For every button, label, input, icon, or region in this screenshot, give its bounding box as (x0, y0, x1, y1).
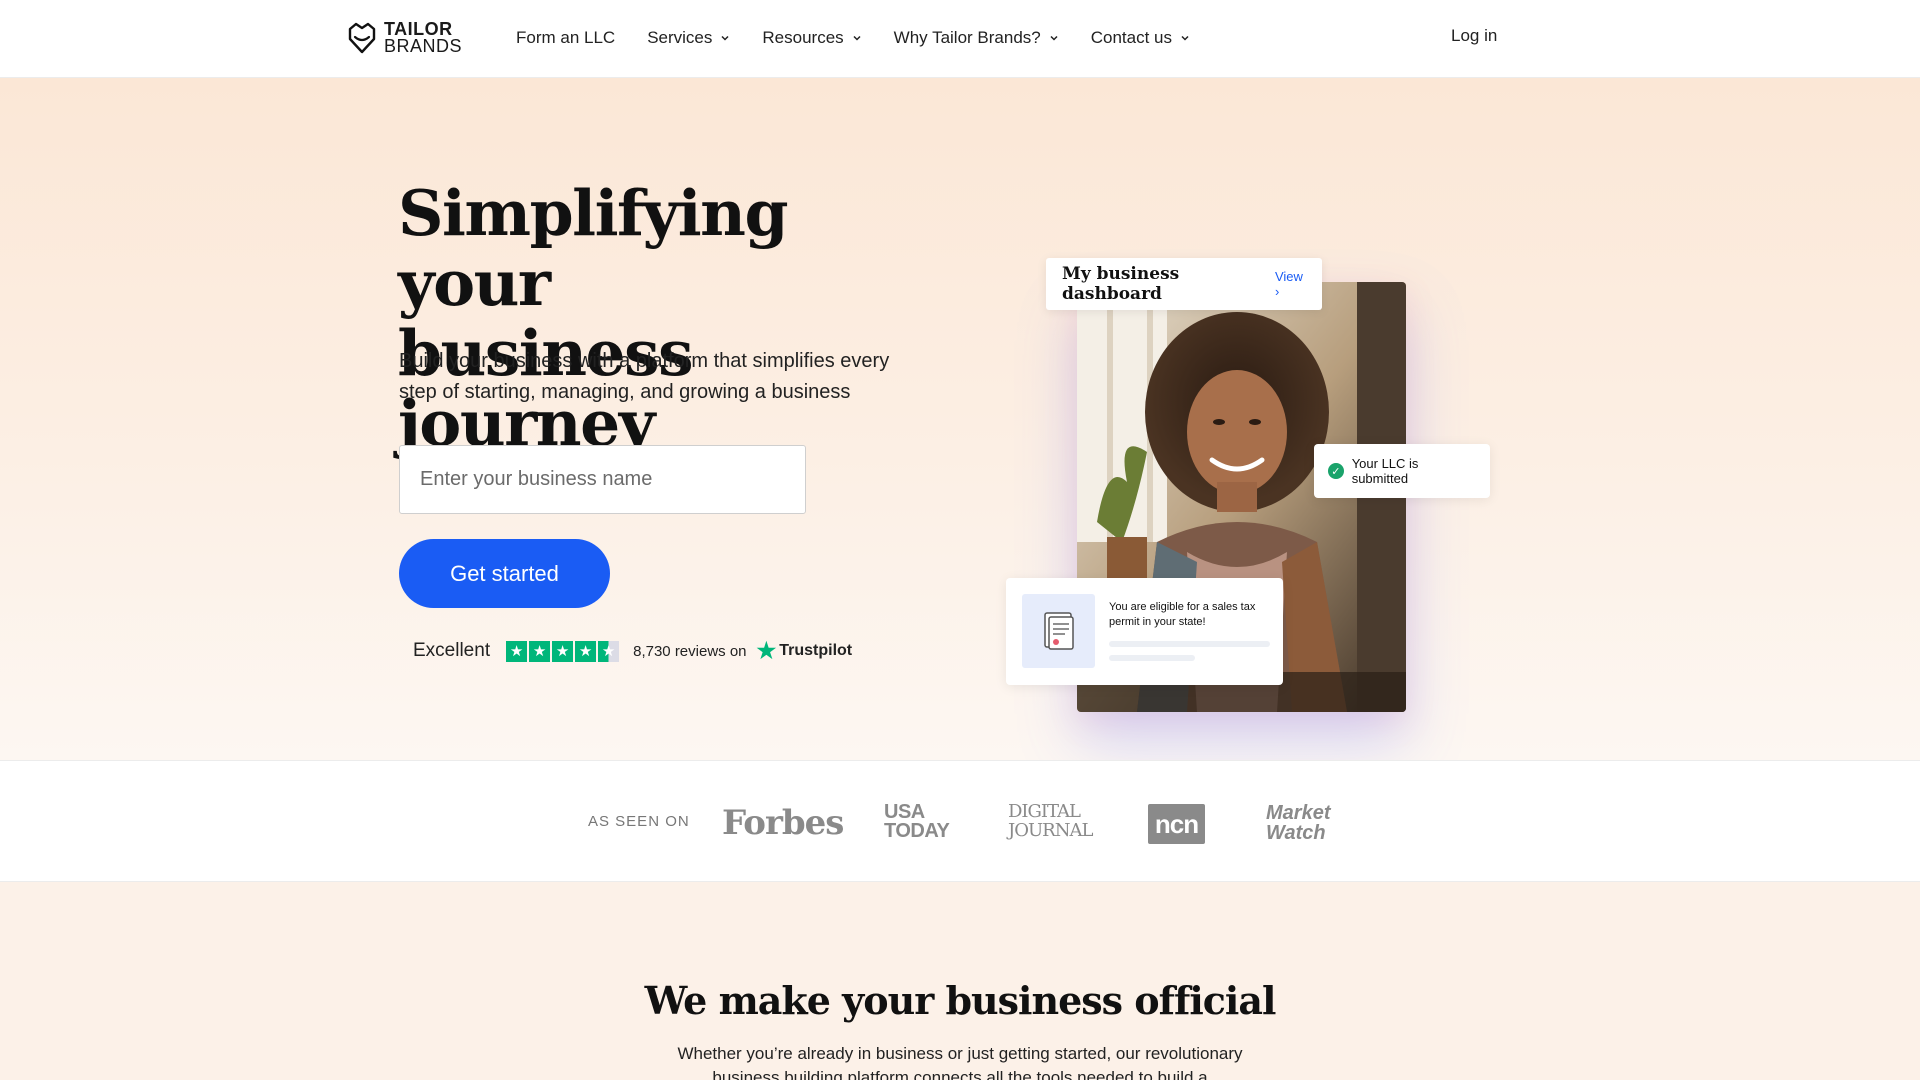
digital-journal-logo-line1: DIGITAL (1008, 801, 1081, 822)
usa-today-logo: USA TODAY (884, 802, 950, 842)
login-link[interactable]: Log in (1451, 26, 1497, 46)
logo-text-line2: BRANDS (384, 36, 463, 56)
chevron-down-icon (1181, 35, 1189, 41)
sales-tax-card: You are eligible for a sales tax permit … (1006, 578, 1283, 685)
as-seen-on-label: AS SEEN ON (588, 813, 690, 830)
hero-section: Simplifying your business journey Build … (0, 78, 1920, 760)
nav-resources[interactable]: Resources (762, 28, 861, 48)
hero-title: Simplifying your business journey (398, 178, 958, 458)
nav-form-llc-label: Form an LLC (516, 28, 616, 47)
chevron-down-icon (721, 35, 729, 41)
main-menu: Form an LLC Services Resources Why Tailo… (516, 0, 1190, 76)
nav-why-tailor-brands[interactable]: Why Tailor Brands? (894, 28, 1059, 48)
hero-subtitle: Build your business with a platform that… (399, 350, 890, 403)
as-seen-on-strip: AS SEEN ON Forbes USA TODAY DIGITAL JOUR… (0, 760, 1920, 882)
get-started-button[interactable]: Get started (399, 539, 610, 608)
trustpilot-widget[interactable]: Excellent ★ ★ ★ ★ ★ 8,730 reviews on ★ T… (413, 640, 852, 662)
ncn-logo: ncn (1148, 804, 1205, 844)
nav-contact-us[interactable]: Contact us (1091, 28, 1190, 48)
trustpilot-rating-word: Excellent (413, 640, 491, 661)
placeholder-bar (1109, 655, 1195, 661)
placeholder-bar (1109, 641, 1270, 647)
marketwatch-logo: Market Watch (1266, 803, 1330, 843)
digital-journal-logo: DIGITAL JOURNAL (1008, 801, 1093, 841)
section-subtitle: Whether you’re already in business or ju… (677, 1044, 1243, 1080)
trustpilot-stars: ★ ★ ★ ★ ★ (506, 640, 620, 662)
star-icon: ★ (529, 640, 551, 662)
dashboard-card-title: My business dashboard (1062, 264, 1180, 304)
star-icon: ★ (552, 640, 574, 662)
nav-why-label: Why Tailor Brands? (893, 28, 1041, 47)
llc-status-card: ✓ Your LLC is submitted (1314, 444, 1490, 498)
section-title: We make your business official (644, 978, 1277, 1023)
dashboard-view-link[interactable]: View › (1275, 269, 1306, 299)
digital-journal-logo-line2: JOURNAL (1008, 820, 1093, 841)
trustpilot-star-icon: ★ (756, 638, 777, 663)
make-official-section: We make your business official Whether y… (0, 882, 1920, 1080)
marketwatch-logo-line1: Market (1266, 802, 1331, 824)
half-star-icon: ★ (598, 640, 620, 662)
business-dashboard-card[interactable]: My business dashboard View › (1046, 258, 1322, 310)
trustpilot-brand: Trustpilot (779, 642, 853, 659)
document-icon (1022, 594, 1095, 668)
star-icon: ★ (575, 640, 597, 662)
nav-resources-label: Resources (762, 28, 844, 47)
chevron-down-icon (853, 35, 861, 41)
tailor-brands-logo[interactable]: TAILOR BRANDS (346, 18, 462, 58)
trustpilot-logo: ★ Trustpilot (757, 640, 853, 662)
business-name-input[interactable] (399, 445, 806, 514)
top-nav: TAILOR BRANDS Form an LLC Services Resou… (0, 0, 1920, 78)
nav-services[interactable]: Services (647, 28, 730, 48)
nav-form-llc[interactable]: Form an LLC (516, 28, 615, 48)
llc-status-text: Your LLC is submitted (1351, 456, 1419, 486)
forbes-logo: Forbes (722, 803, 844, 843)
hero-title-line1: Simplifying your (398, 176, 789, 320)
trustpilot-review-count: 8,730 reviews on (633, 642, 747, 660)
star-icon: ★ (506, 640, 528, 662)
marketwatch-logo-line2: Watch (1266, 822, 1326, 844)
logo-mark-icon (348, 22, 376, 54)
sales-tax-text: You are eligible for a sales tax permit … (1109, 601, 1256, 628)
check-circle-icon: ✓ (1328, 463, 1344, 479)
chevron-down-icon (1050, 35, 1058, 41)
nav-contact-label: Contact us (1090, 28, 1173, 47)
usa-today-logo-line2: TODAY (884, 820, 950, 842)
nav-services-label: Services (647, 28, 713, 47)
